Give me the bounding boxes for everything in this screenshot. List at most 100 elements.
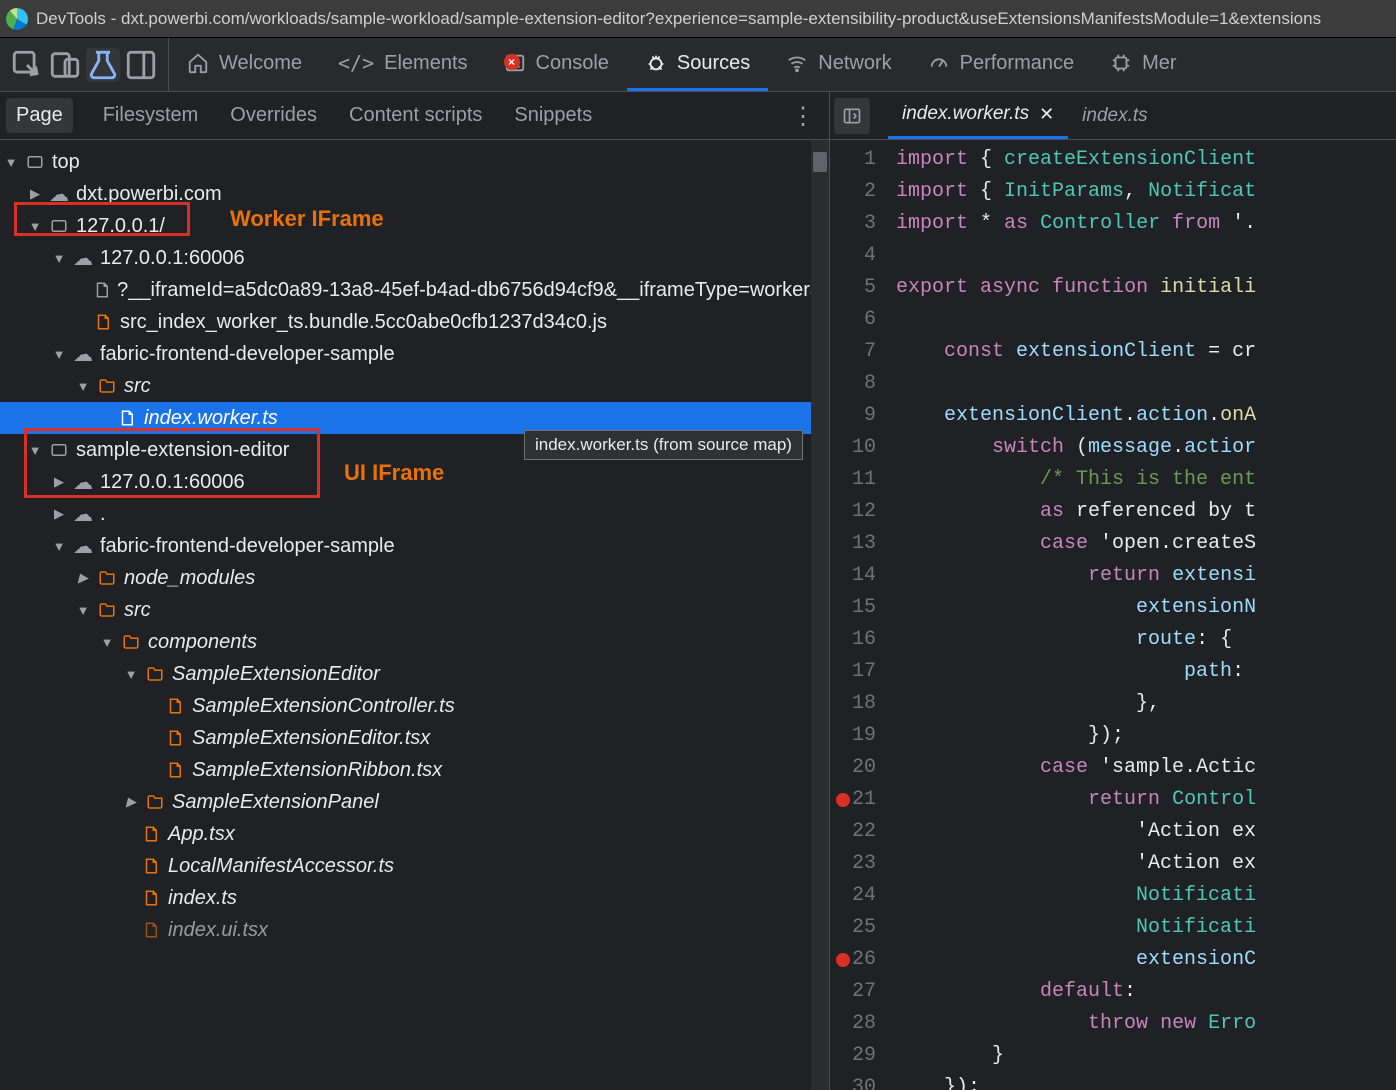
- window-title-bar: DevTools - dxt.powerbi.com/workloads/sam…: [0, 0, 1396, 38]
- home-icon: [187, 52, 209, 74]
- tree-label: ?__iframeId=a5dc0a89-13a8-45ef-b4ad-db67…: [117, 279, 821, 302]
- toggle-navigator-icon[interactable]: [834, 98, 870, 134]
- tab-sources[interactable]: Sources: [627, 38, 768, 91]
- folder-icon: [96, 377, 118, 395]
- cloud-icon: ☁: [72, 470, 94, 495]
- tab-memory[interactable]: Mer: [1092, 38, 1194, 91]
- tree-src1[interactable]: ▼ src: [0, 370, 829, 402]
- tree-dxt[interactable]: ▶ ☁ dxt.powerbi.com: [0, 178, 829, 210]
- tab-network[interactable]: Network: [768, 38, 909, 91]
- frame-icon: [24, 153, 46, 171]
- code-editor-pane: index.worker.ts ✕ index.ts 1234567891011…: [830, 92, 1396, 1090]
- tree-ser-tsx[interactable]: SampleExtensionRibbon.tsx: [0, 754, 829, 786]
- editor-tabs: index.worker.ts ✕ index.ts: [830, 92, 1396, 140]
- tree-top[interactable]: ▼ top: [0, 146, 829, 178]
- file-icon: [164, 697, 186, 715]
- inspect-tools-group: [0, 38, 169, 91]
- tab-console[interactable]: × Console: [486, 38, 627, 91]
- tree-ffds2[interactable]: ▼ ☁ fabric-frontend-developer-sample: [0, 530, 829, 562]
- tree-ffds1[interactable]: ▼ ☁ fabric-frontend-developer-sample: [0, 338, 829, 370]
- tree-see-folder[interactable]: ▼ SampleExtensionEditor: [0, 658, 829, 690]
- tab-elements[interactable]: </> Elements: [320, 38, 486, 91]
- tab-sources-label: Sources: [677, 52, 750, 75]
- tree-label: SampleExtensionEditor.tsx: [192, 727, 430, 750]
- file-icon: [164, 729, 186, 747]
- tab-console-label: Console: [536, 52, 609, 75]
- code-content[interactable]: import { createExtensionClientimport { I…: [886, 140, 1396, 1090]
- bug-icon: [645, 52, 667, 74]
- cloud-icon: ☁: [72, 246, 94, 271]
- editor-tab-label: index.ts: [1082, 105, 1147, 127]
- subtab-overrides[interactable]: Overrides: [228, 96, 319, 135]
- close-icon[interactable]: ✕: [1039, 104, 1054, 125]
- cloud-icon: ☁: [72, 502, 94, 527]
- console-error-badge: ×: [504, 54, 520, 70]
- tree-label: App.tsx: [168, 823, 235, 846]
- tab-memory-label: Mer: [1142, 52, 1176, 75]
- file-icon: [116, 409, 138, 427]
- gauge-icon: [928, 52, 950, 74]
- subtab-page[interactable]: Page: [6, 98, 73, 133]
- tree-bundle-file[interactable]: src_index_worker_ts.bundle.5cc0abe0cfb12…: [0, 306, 829, 338]
- chip-icon: [1110, 52, 1132, 74]
- code-area[interactable]: 1234567891011121314151617181920212223242…: [830, 140, 1396, 1090]
- cloud-icon: ☁: [48, 182, 70, 207]
- editor-tab-label: index.worker.ts: [902, 103, 1029, 125]
- tree-see-tsx[interactable]: SampleExtensionEditor.tsx: [0, 722, 829, 754]
- file-tree: ▼ top ▶ ☁ dxt.powerbi.com ▼ 127.0.0.1/ ▼…: [0, 140, 829, 1090]
- subtab-filesystem[interactable]: Filesystem: [101, 96, 201, 135]
- tree-label: 127.0.0.1/: [76, 215, 165, 238]
- folder-icon: [96, 601, 118, 619]
- wifi-icon: [786, 52, 808, 74]
- subtab-content-scripts[interactable]: Content scripts: [347, 96, 484, 135]
- tree-label: node_modules: [124, 567, 255, 590]
- tree-host-frame[interactable]: ▼ 127.0.0.1/: [0, 210, 829, 242]
- tree-node-modules[interactable]: ▶ node_modules: [0, 562, 829, 594]
- tree-scrollbar[interactable]: [811, 140, 829, 1090]
- tree-label: fabric-frontend-developer-sample: [100, 343, 395, 366]
- cloud-icon: ☁: [72, 534, 94, 559]
- tree-dot[interactable]: ▶ ☁ .: [0, 498, 829, 530]
- folder-icon: [144, 793, 166, 811]
- tree-iframe-file[interactable]: ?__iframeId=a5dc0a89-13a8-45ef-b4ad-db67…: [0, 274, 829, 306]
- tree-app[interactable]: App.tsx: [0, 818, 829, 850]
- source-map-tooltip: index.worker.ts (from source map): [524, 430, 803, 460]
- tree-label: src: [124, 375, 151, 398]
- tree-components[interactable]: ▼ components: [0, 626, 829, 658]
- tree-host-port2[interactable]: ▶ ☁ 127.0.0.1:60006: [0, 466, 829, 498]
- tree-label: src: [124, 599, 151, 622]
- tree-label: .: [100, 503, 106, 526]
- edge-logo-icon: [6, 8, 28, 30]
- tree-label: SampleExtensionPanel: [172, 791, 379, 814]
- device-toggle-icon[interactable]: [48, 48, 82, 82]
- tree-indexui[interactable]: index.ui.tsx: [0, 914, 829, 946]
- tab-performance[interactable]: Performance: [910, 38, 1093, 91]
- dock-side-icon[interactable]: [124, 48, 158, 82]
- experiments-icon[interactable]: [86, 48, 120, 82]
- frame-icon: [48, 441, 70, 459]
- editor-tab-active[interactable]: index.worker.ts ✕: [888, 92, 1068, 139]
- tab-welcome[interactable]: Welcome: [169, 38, 320, 91]
- subtab-snippets[interactable]: Snippets: [512, 96, 594, 135]
- file-icon: [164, 761, 186, 779]
- inspect-element-icon[interactable]: [10, 48, 44, 82]
- tree-sep-folder[interactable]: ▶ SampleExtensionPanel: [0, 786, 829, 818]
- tab-elements-label: Elements: [384, 52, 467, 75]
- tab-performance-label: Performance: [960, 52, 1075, 75]
- file-icon: [140, 825, 162, 843]
- tree-src2[interactable]: ▼ src: [0, 594, 829, 626]
- tree-label: components: [148, 631, 257, 654]
- code-icon: </>: [338, 51, 374, 75]
- line-gutter[interactable]: 1234567891011121314151617181920212223242…: [830, 140, 886, 1090]
- more-menu-icon[interactable]: ⋮: [791, 102, 815, 131]
- tree-label: index.ts: [168, 887, 237, 910]
- tree-index[interactable]: index.ts: [0, 882, 829, 914]
- tree-label: sample-extension-editor: [76, 439, 289, 462]
- editor-tab-other[interactable]: index.ts: [1068, 92, 1161, 139]
- tree-label: SampleExtensionRibbon.tsx: [192, 759, 442, 782]
- tree-host-port[interactable]: ▼ ☁ 127.0.0.1:60006: [0, 242, 829, 274]
- tree-lma[interactable]: LocalManifestAccessor.ts: [0, 850, 829, 882]
- tree-label: index.worker.ts: [144, 407, 278, 430]
- tree-label: 127.0.0.1:60006: [100, 471, 245, 494]
- tree-sec-ts[interactable]: SampleExtensionController.ts: [0, 690, 829, 722]
